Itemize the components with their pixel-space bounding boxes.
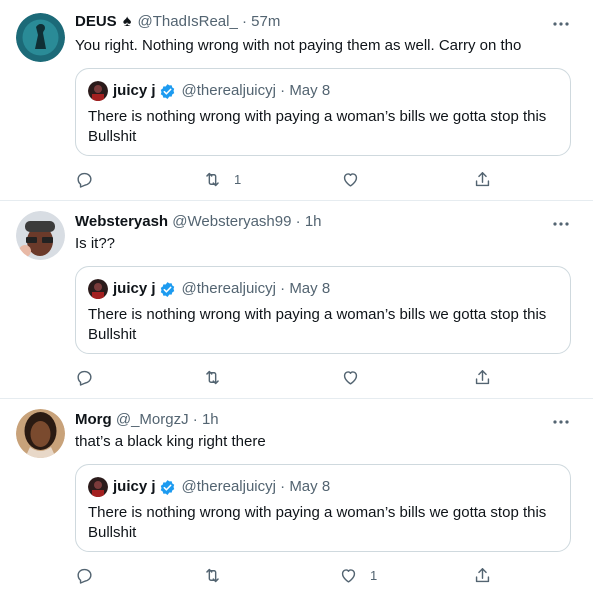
share-icon [475,568,490,583]
like-button[interactable]: 1 [339,566,377,585]
retweet-button[interactable]: 1 [203,170,241,189]
reply-button[interactable] [75,566,106,585]
retweet-button[interactable] [203,368,234,387]
more-options-icon[interactable] [551,214,571,234]
verified-badge-icon [160,479,174,495]
heart-icon [343,371,358,385]
tweet-text: Is it?? [75,235,116,252]
quoted-display-name: juicy j [113,478,156,495]
reply-icon [77,568,92,584]
avatar[interactable] [16,409,65,458]
user-handle[interactable]: @ThadIsReal_ [138,13,238,30]
like-button[interactable] [341,368,372,387]
timestamp[interactable]: 57m [251,13,280,30]
tweet-text: You right. Nothing wrong with not paying… [75,37,522,54]
display-name[interactable]: Morg [75,411,112,428]
like-button[interactable] [341,170,372,189]
quoted-display-name: juicy j [113,280,156,297]
quoted-text: There is nothing wrong with paying a wom… [88,504,547,541]
verified-badge-icon [160,281,174,297]
share-button[interactable] [473,170,492,189]
quoted-avatar [88,477,108,497]
retweet-icon [206,568,219,583]
retweet-icon [206,172,219,187]
quoted-handle: @therealjuicyj [181,280,276,297]
spade-icon: ♠ [122,13,132,30]
reply-icon [77,370,92,386]
quoted-date: May 8 [289,280,331,297]
share-icon [475,172,490,187]
avatar[interactable] [16,13,65,62]
quoted-tweet[interactable]: juicy j @therealjuicyj · May 8 There is … [75,464,571,552]
quoted-display-name: juicy j [113,82,156,99]
retweet-icon [206,370,219,385]
reply-button[interactable] [75,368,106,387]
quoted-tweet[interactable]: juicy j @therealjuicyj · May 8 There is … [75,266,571,354]
tweet[interactable]: Websteryash @Websteryash99 · 1h Is it?? … [0,200,593,399]
quoted-date: May 8 [289,478,331,495]
quoted-text: There is nothing wrong with paying a wom… [88,306,547,343]
heart-icon [343,173,358,187]
quoted-tweet[interactable]: juicy j @therealjuicyj · May 8 There is … [75,68,571,156]
user-handle[interactable]: @Websteryash99 [172,213,291,230]
timestamp[interactable]: 1h [202,411,219,428]
quoted-avatar [88,279,108,299]
share-icon [475,370,490,385]
reply-icon [77,172,92,188]
quoted-date: May 8 [289,82,331,99]
heart-icon [341,569,356,583]
avatar[interactable] [16,211,65,260]
share-button[interactable] [473,566,492,585]
like-count: 1 [370,568,378,583]
quoted-avatar [88,81,108,101]
quoted-text: There is nothing wrong with paying a wom… [88,108,547,145]
quoted-handle: @therealjuicyj [181,82,276,99]
more-options-icon[interactable] [551,412,571,432]
display-name[interactable]: DEUS [75,13,117,30]
quoted-handle: @therealjuicyj [181,478,276,495]
verified-badge-icon [160,83,174,99]
more-options-icon[interactable] [551,14,571,34]
retweet-count: 1 [234,172,242,187]
timestamp[interactable]: 1h [305,213,322,230]
tweet-text: that’s a black king right there [75,433,266,450]
user-handle[interactable]: @_MorgzJ [116,411,189,428]
retweet-button[interactable] [203,566,234,585]
share-button[interactable] [473,368,492,387]
tweet[interactable]: Morg @_MorgzJ · 1h that’s a black king r… [0,398,593,600]
tweet[interactable]: DEUS ♠ @ThadIsReal_ · 57m You right. Not… [0,0,593,201]
display-name[interactable]: Websteryash [75,213,168,230]
reply-button[interactable] [75,170,106,189]
